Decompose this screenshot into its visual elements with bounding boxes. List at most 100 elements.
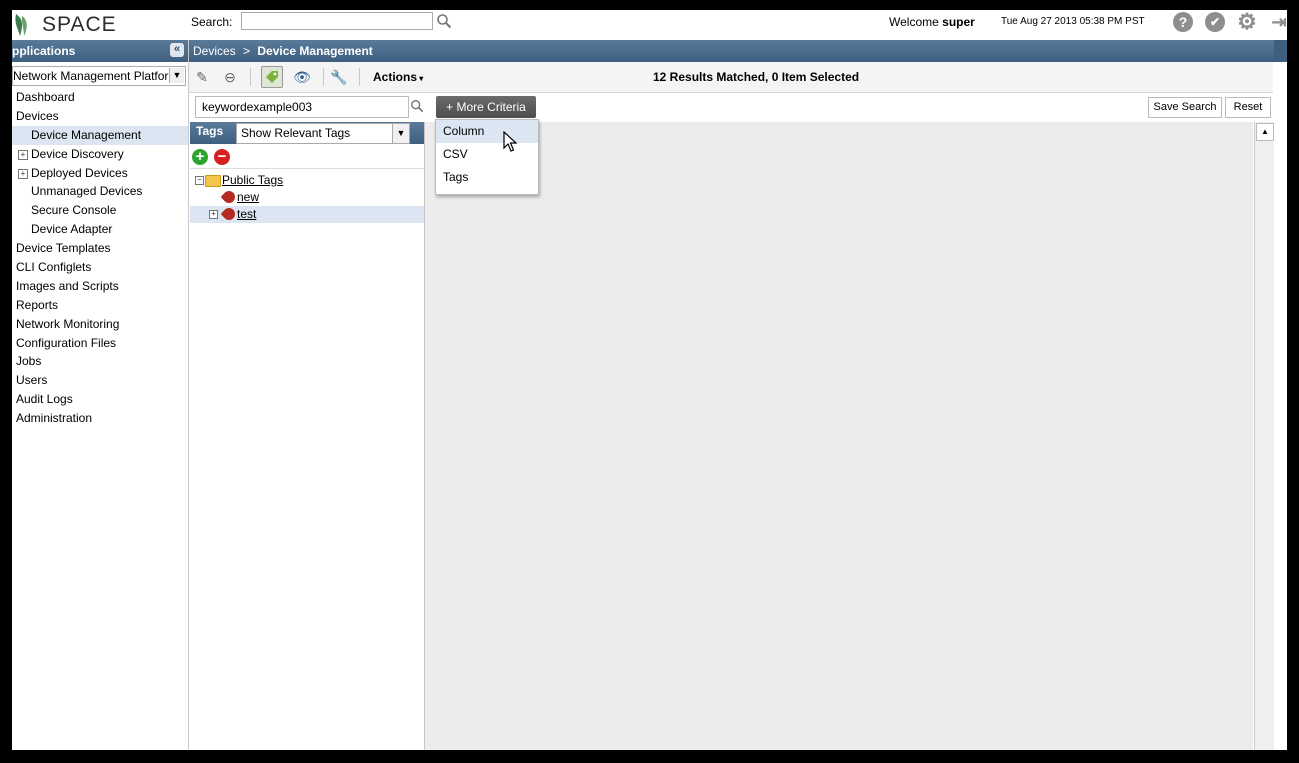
platform-select[interactable]: Network Management Platform ▼: [12, 66, 186, 86]
welcome-text: Welcome super: [889, 15, 975, 29]
more-criteria-button[interactable]: + More Criteria: [436, 96, 536, 118]
sidebar-item-administration[interactable]: Administration: [12, 409, 188, 428]
sidebar-item-devices[interactable]: Devices: [12, 107, 188, 126]
chevron-down-icon[interactable]: ▼: [169, 68, 184, 83]
remove-tag-icon[interactable]: −: [214, 149, 230, 165]
sidebar-item-secure-console[interactable]: Secure Console: [12, 201, 188, 220]
actions-label: Actions: [373, 70, 418, 84]
top-header: SPACE Search: Welcome super Tue Aug 27 2…: [12, 10, 1287, 40]
chevron-down-icon[interactable]: ▼: [392, 124, 409, 143]
sidebar-item-label: CLI Configlets: [16, 260, 92, 275]
application-nav: Dashboard Devices Device Management + Device…: [12, 88, 188, 428]
tree-label[interactable]: Public Tags: [222, 172, 283, 189]
keyword-search-input[interactable]: keywordexample003: [195, 96, 409, 118]
edit-pencil-icon[interactable]: ✎: [191, 66, 213, 88]
sidebar-item-label: Administration: [16, 411, 93, 426]
chevron-down-icon: ▾: [417, 74, 424, 83]
toolbar: ✎ ⊖ 👁 🔧 Actions ▾ 12 Results Matched, 0 …: [189, 62, 1273, 93]
tag-view-toggle[interactable]: [261, 66, 283, 88]
tree-row-tag[interactable]: + test: [190, 205, 424, 223]
sidebar-item-label: Network Monitoring: [16, 316, 120, 331]
sidebar-item-label: Device Templates: [16, 241, 111, 256]
sidebar-item-label: Deployed Devices: [31, 165, 128, 180]
scroll-up-icon[interactable]: ▲: [1256, 123, 1274, 141]
sidebar-item-label: Devices: [16, 108, 59, 123]
search-icon[interactable]: [410, 99, 424, 113]
check-icon[interactable]: ✔: [1205, 12, 1225, 32]
sidebar-item-label: Dashboard: [16, 90, 75, 104]
tree-row-public-tags[interactable]: − Public Tags: [190, 172, 424, 189]
sidebar-item-users[interactable]: Users: [12, 371, 188, 390]
sidebar-item-device-discovery[interactable]: + Device Discovery: [12, 145, 188, 164]
logo-text: SPACE: [42, 13, 117, 36]
expand-icon[interactable]: +: [18, 149, 28, 160]
actions-menu-button[interactable]: Actions ▾: [373, 70, 423, 84]
sidebar-item-cli-configlets[interactable]: CLI Configlets: [12, 258, 188, 277]
gear-icon[interactable]: ⚙: [1237, 11, 1257, 33]
username: super: [942, 15, 975, 29]
vertical-scrollbar[interactable]: ▲: [1254, 122, 1274, 750]
sidebar-item-dashboard[interactable]: Dashboard: [12, 88, 188, 107]
sidebar-item-label: Reports: [16, 297, 59, 312]
application-window: SPACE Search: Welcome super Tue Aug 27 2…: [12, 10, 1287, 750]
menu-item-csv[interactable]: CSV: [436, 143, 538, 166]
sidebar-item-device-management[interactable]: Device Management: [12, 125, 188, 145]
sidebar-item-label: Configuration Files: [16, 335, 117, 350]
search-icon[interactable]: [436, 13, 452, 29]
delete-minus-icon[interactable]: ⊖: [219, 66, 241, 88]
tag-icon: [220, 205, 238, 223]
welcome-prefix: Welcome: [889, 15, 939, 29]
collapse-icon[interactable]: «: [170, 43, 184, 57]
tags-pane: Tags Show Relevant Tags ▼ + − − Public T…: [190, 122, 425, 750]
tree-label[interactable]: test: [237, 206, 256, 223]
result-status: 12 Results Matched, 0 Item Selected: [653, 70, 860, 84]
sidebar-item-images-and-scripts[interactable]: Images and Scripts: [12, 277, 188, 296]
tags-filter-select[interactable]: Show Relevant Tags ▼: [236, 123, 410, 144]
tag-tree: − Public Tags new + test: [190, 172, 424, 223]
wrench-icon[interactable]: 🔧: [328, 66, 350, 88]
tags-tools: + −: [190, 146, 424, 169]
logout-icon[interactable]: ⇥: [1269, 12, 1287, 32]
space-logo: SPACE: [12, 12, 122, 38]
search-label: Search:: [191, 15, 233, 29]
sidebar-item-label: Device Management: [31, 127, 142, 142]
sidebar-item-device-adapter[interactable]: Device Adapter: [12, 220, 188, 239]
datetime: Tue Aug 27 2013 05:38 PM PST: [1001, 16, 1145, 27]
help-icon[interactable]: ?: [1173, 12, 1193, 32]
global-search-input[interactable]: [241, 12, 433, 30]
view-eye-icon[interactable]: 👁: [291, 66, 313, 88]
sidebar-item-reports[interactable]: Reports: [12, 296, 188, 315]
applications-pane: pplications « Network Management Platfor…: [12, 40, 189, 750]
sidebar-item-device-templates[interactable]: Device Templates: [12, 239, 188, 258]
tree-label[interactable]: new: [237, 189, 259, 206]
sidebar-item-label: Images and Scripts: [16, 278, 119, 293]
menu-item-tags[interactable]: Tags: [436, 166, 538, 189]
sidebar-item-label: Unmanaged Devices: [31, 184, 143, 199]
toolbar-separator: [250, 68, 251, 86]
sidebar-item-configuration-files[interactable]: Configuration Files: [12, 334, 188, 353]
applications-title: pplications: [12, 44, 76, 58]
sidebar-item-label: Users: [16, 373, 48, 388]
results-area: [425, 122, 1253, 750]
save-search-button[interactable]: Save Search: [1148, 97, 1222, 118]
space-logo-icon: [15, 14, 27, 36]
mouse-cursor-icon: [503, 131, 517, 152]
sidebar-item-unmanaged-devices[interactable]: Unmanaged Devices: [12, 182, 188, 201]
breadcrumb-parent[interactable]: Devices: [193, 44, 236, 58]
expand-icon[interactable]: +: [18, 168, 28, 179]
sidebar-item-network-monitoring[interactable]: Network Monitoring: [12, 315, 188, 334]
tree-row-tag[interactable]: new: [190, 188, 424, 206]
tag-icon: [220, 188, 238, 206]
sidebar-item-audit-logs[interactable]: Audit Logs: [12, 390, 188, 409]
collapse-icon[interactable]: −: [195, 176, 204, 185]
add-tag-icon[interactable]: +: [192, 149, 208, 165]
side-panel-strip: [1274, 62, 1287, 750]
sidebar-item-label: Device Discovery: [31, 146, 124, 161]
menu-item-column[interactable]: Column: [436, 120, 538, 143]
sidebar-item-label: Secure Console: [31, 203, 117, 218]
reset-button[interactable]: Reset: [1225, 97, 1271, 118]
sidebar-item-jobs[interactable]: Jobs: [12, 352, 188, 371]
sidebar-item-deployed-devices[interactable]: + Deployed Devices: [12, 164, 188, 183]
expand-icon[interactable]: +: [209, 210, 218, 219]
toolbar-separator: [323, 68, 324, 86]
